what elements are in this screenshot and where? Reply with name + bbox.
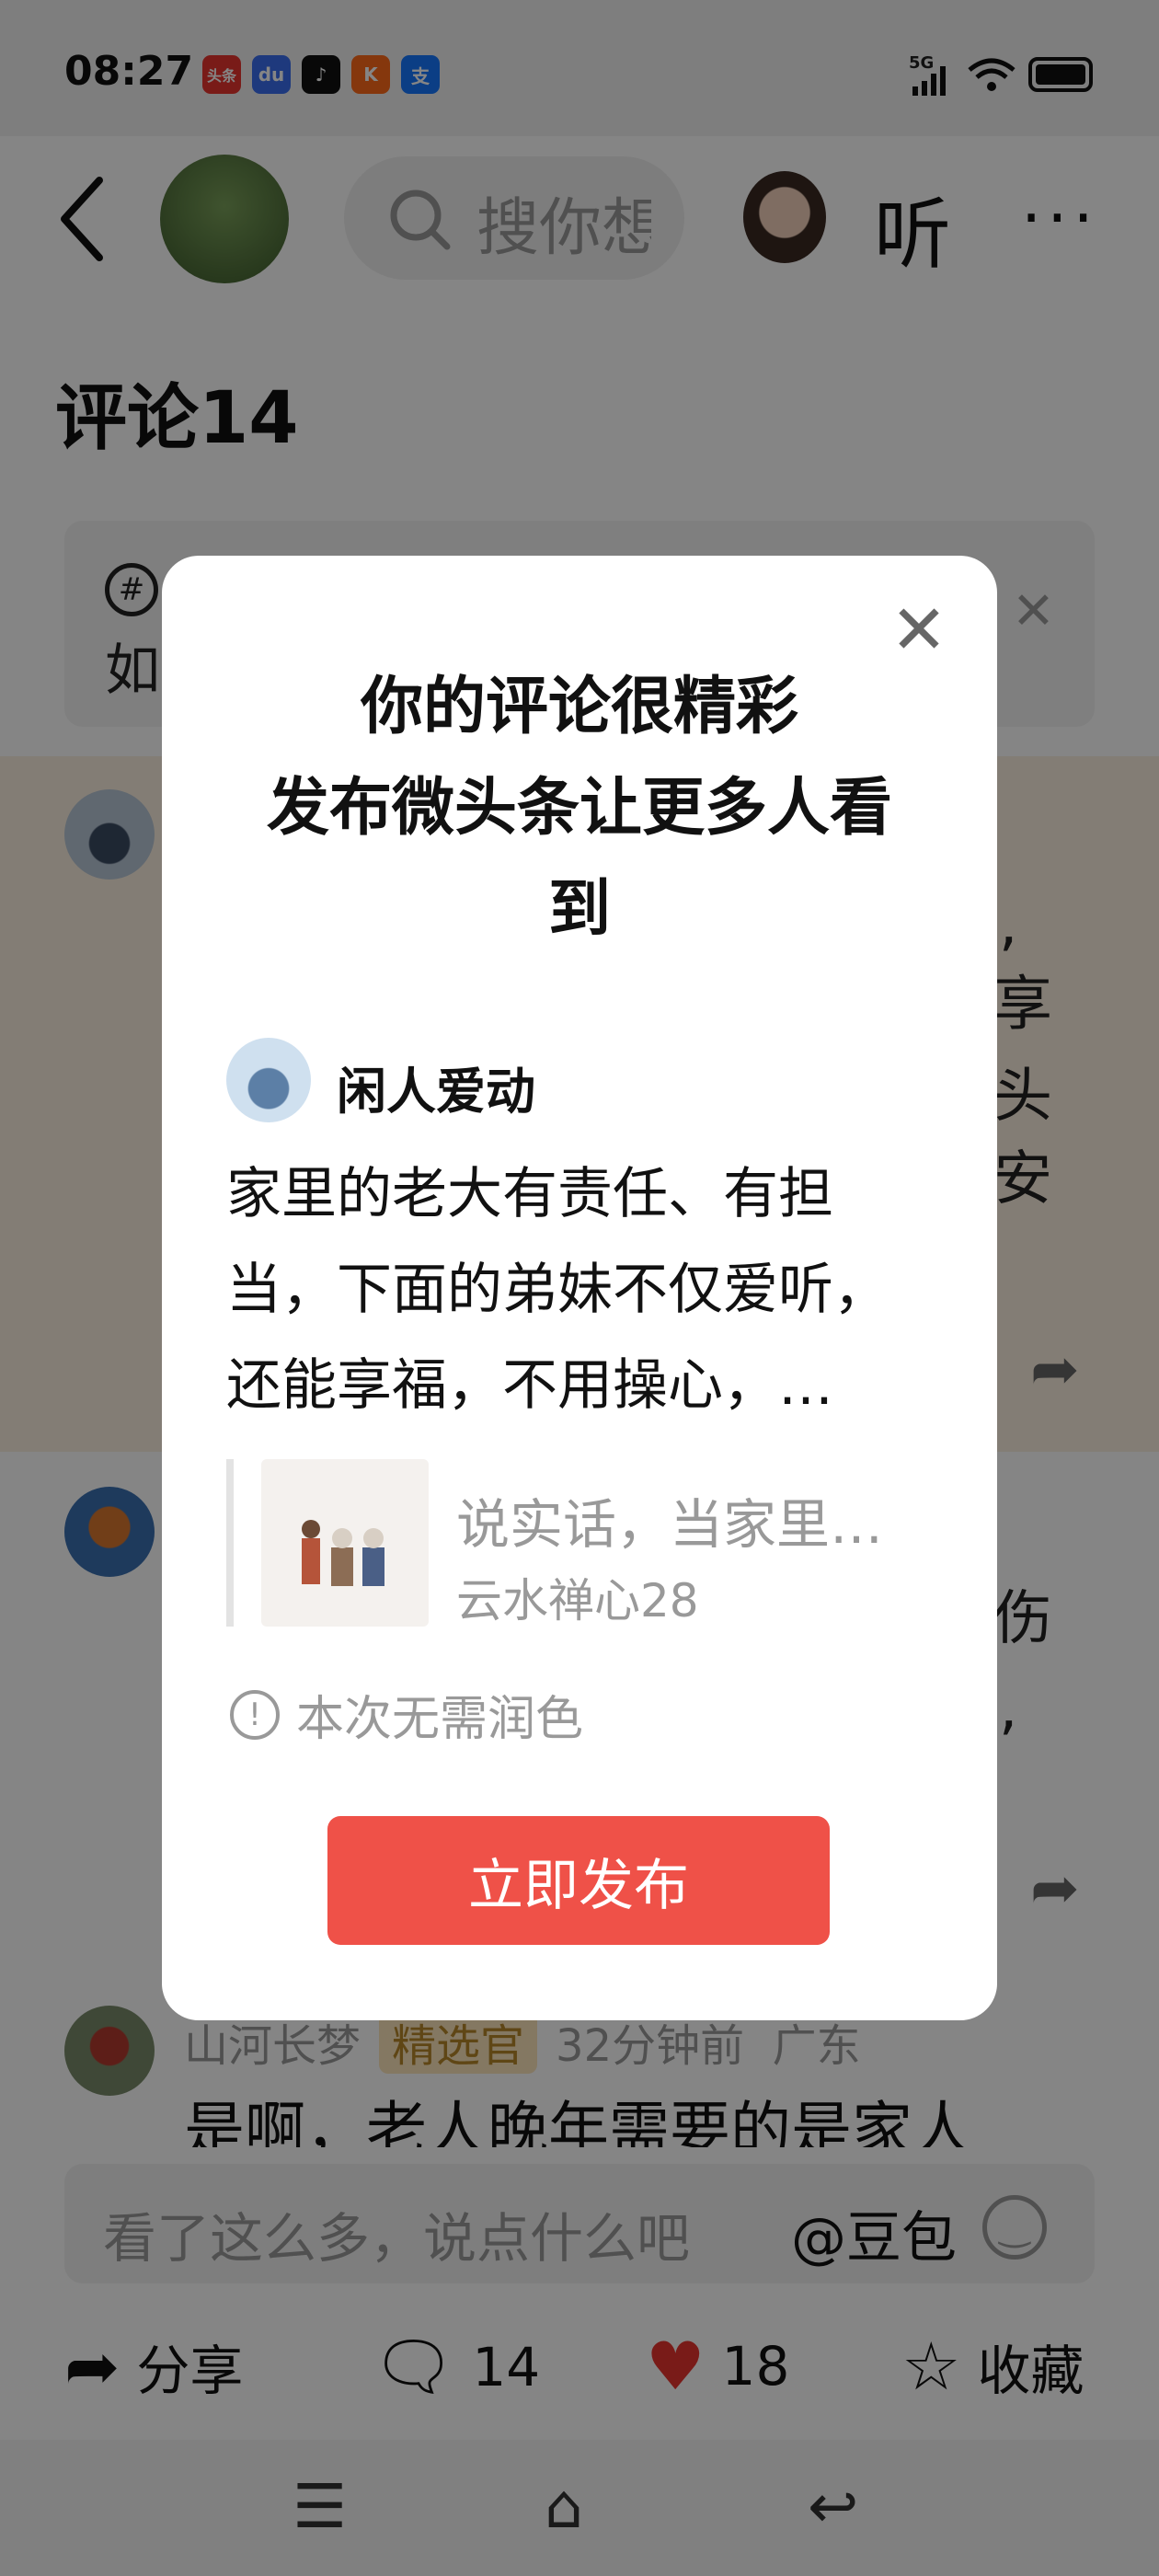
quote-title: 说实话，当家里…	[456, 1493, 884, 1556]
quote-thumbnail	[261, 1459, 429, 1627]
dialog-title-line: 你的评论很精彩	[360, 671, 798, 743]
close-icon[interactable]: ✕	[890, 596, 947, 664]
dialog-comment-line: 当，下面的弟妹不仅爱听，	[226, 1258, 889, 1322]
quote-divider	[226, 1459, 234, 1627]
polish-notice: ! 本次无需润色	[230, 1680, 583, 1749]
dialog-comment-line: 还能享福，不用操心，…	[226, 1353, 833, 1418]
publish-now-button[interactable]: 立即发布	[327, 1816, 830, 1945]
quote-author: 云水禅心28	[456, 1574, 699, 1627]
dialog-comment-line: 家里的老大有责任、有担	[226, 1162, 833, 1226]
polish-notice-text: 本次无需润色	[296, 1692, 584, 1747]
family-illustration-icon	[302, 1520, 384, 1586]
dialog-title: 你的评论很精彩 发布微头条让更多人看 到	[212, 657, 947, 960]
info-icon: !	[230, 1689, 280, 1740]
dialog-comment-text: 家里的老大有责任、有担 当，下面的弟妹不仅爱听， 还能享福，不用操心，…	[226, 1146, 925, 1433]
dialog-title-line: 发布微头条让更多人看	[266, 772, 892, 845]
dialog-author-name: 闲人爱动	[337, 1063, 535, 1121]
dialog-title-line: 到	[547, 873, 611, 946]
dialog-author-avatar	[226, 1038, 311, 1122]
